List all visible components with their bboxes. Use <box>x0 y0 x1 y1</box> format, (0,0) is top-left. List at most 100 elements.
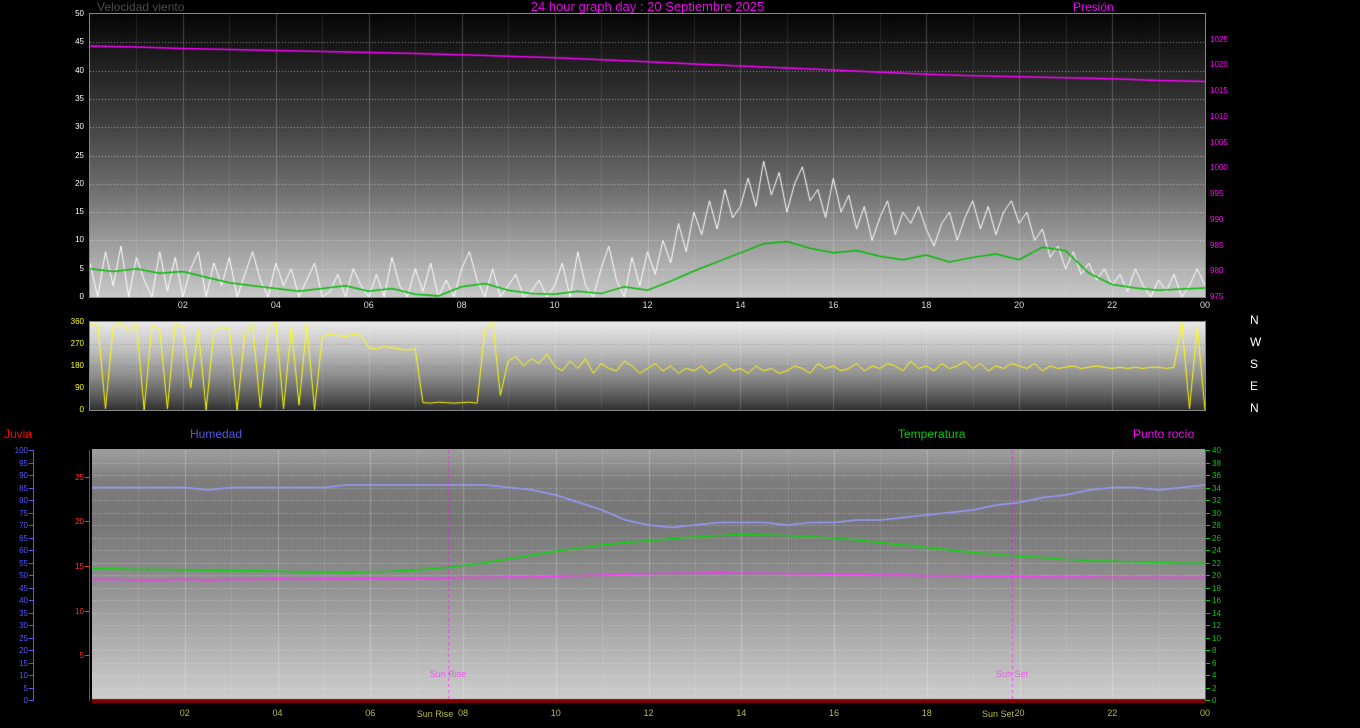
humidity-axis-tick <box>29 562 33 564</box>
direction-axis-tick-label: 270 <box>70 339 84 348</box>
humidity-axis-tick-label: 55 <box>19 558 28 568</box>
pressure-axis-tick-label: 1000 <box>1210 163 1228 173</box>
temperature-label: Temperatura <box>898 427 966 441</box>
page-title: 24 hour graph day : 20 Septiembre 2025 <box>530 0 765 14</box>
sun-rise-label: Sun Rise <box>429 669 467 679</box>
wind-speed-pressure-chart <box>89 13 1206 298</box>
hour-tick-label: 10 <box>549 300 560 310</box>
pressure-axis-tick-label: 1010 <box>1210 111 1228 121</box>
temperature-axis-tick-label: 0 <box>1212 696 1217 705</box>
temperature-axis-tick <box>1206 650 1210 651</box>
compass-letter: N <box>1250 401 1259 415</box>
temperature-axis-tick-label: 6 <box>1212 658 1217 668</box>
pressure-axis-tick-label: 985 <box>1210 240 1224 250</box>
humidity-axis-tick-label: 35 <box>19 608 28 618</box>
temperature-axis-tick-label: 40 <box>1212 446 1221 455</box>
humidity-axis-tick <box>29 637 33 639</box>
hour-tick-label: 20 <box>1014 300 1025 310</box>
wind-axis-tick-label: 35 <box>75 93 84 103</box>
rain-axis-tick <box>85 521 89 523</box>
wind-speed-label: Velocidad viento <box>97 0 185 14</box>
temperature-axis-tick <box>1206 487 1210 489</box>
hour-tick-label: 22 <box>1107 300 1118 310</box>
temperature-axis-tick <box>1206 562 1210 564</box>
hour-tick-label: 00 <box>1199 708 1210 718</box>
temperature-axis-tick <box>1206 462 1210 464</box>
humidity-axis-tick <box>29 525 33 526</box>
humidity-axis-tick-label: 20 <box>19 646 28 655</box>
hour-tick-label: 20 <box>1014 708 1025 718</box>
direction-axis-tick-label: 90 <box>75 383 84 392</box>
humidity-label: Humedad <box>190 427 243 441</box>
temperature-axis-tick <box>1206 587 1210 589</box>
compass-letter: W <box>1250 335 1262 349</box>
humidity-axis-tick-label: 70 <box>19 521 28 530</box>
hour-tick-label: 14 <box>736 708 747 718</box>
rain-axis-tick-label: 20 <box>75 517 84 527</box>
humidity-axis-tick <box>29 612 33 614</box>
wind-axis-tick-label: 15 <box>75 207 84 217</box>
compass-letter: N <box>1250 313 1259 327</box>
wind-axis-tick-label: 20 <box>75 178 84 188</box>
temperature-axis-tick-label: 2 <box>1212 683 1217 693</box>
temperature-axis-tick-label: 4 <box>1212 671 1217 680</box>
temperature-axis-tick-label: 22 <box>1212 558 1221 568</box>
temperature-axis-tick <box>1206 600 1210 601</box>
temperature-axis-tick-label: 28 <box>1212 521 1221 530</box>
direction-axis-tick-label: 0 <box>79 405 84 414</box>
rain-axis-tick-label: 5 <box>79 651 84 661</box>
temperature-axis-tick <box>1206 500 1210 501</box>
temperature-axis-tick <box>1206 550 1210 551</box>
humidity-axis-tick-label: 50 <box>19 571 28 580</box>
pressure-axis-tick-label: 975 <box>1210 292 1224 301</box>
humidity-axis-tick <box>29 625 33 626</box>
pressure-axis-tick-label: 990 <box>1210 214 1224 224</box>
wind-axis-tick-label: 5 <box>79 263 84 273</box>
dew-point-label: Punto rocío <box>1133 427 1195 441</box>
wind-axis-tick-label: 25 <box>75 150 84 160</box>
temperature-axis-tick <box>1206 537 1210 539</box>
humidity-axis-tick <box>29 575 33 576</box>
humidity-axis-tick <box>29 687 33 689</box>
humidity-axis-tick-label: 0 <box>23 696 28 705</box>
hour-tick-label: 18 <box>921 300 932 310</box>
hour-tick-label: 16 <box>828 708 839 718</box>
humidity-temperature-chart <box>92 449 1205 703</box>
temperature-axis-tick-label: 10 <box>1212 633 1221 643</box>
humidity-axis-tick-label: 45 <box>19 583 28 593</box>
temperature-axis-tick <box>1206 575 1210 576</box>
wind-axis-tick-label: 40 <box>75 65 84 75</box>
humidity-axis-tick-label: 5 <box>23 683 28 693</box>
hour-tick-label: 08 <box>457 708 468 718</box>
temperature-axis-tick-label: 16 <box>1212 596 1221 605</box>
hour-tick-label: 22 <box>1107 708 1118 718</box>
temperature-axis-tick-label: 14 <box>1212 608 1221 618</box>
temperature-axis-tick-label: 36 <box>1212 471 1221 480</box>
rain-label: Juvia <box>4 427 33 441</box>
pressure-axis-tick-label: 1015 <box>1210 86 1228 96</box>
wind-axis-tick-label: 0 <box>79 292 84 301</box>
humidity-axis-tick <box>29 662 33 664</box>
humidity-axis-tick-label: 80 <box>19 496 28 505</box>
humidity-axis-tick-label: 10 <box>19 671 28 680</box>
humidity-axis-tick-label: 90 <box>19 471 28 480</box>
temperature-axis-tick-label: 24 <box>1212 546 1221 555</box>
hour-tick-label: 06 <box>365 708 376 718</box>
humidity-axis-line <box>33 450 34 701</box>
hour-tick-label: 16 <box>828 300 839 310</box>
wind-axis-tick-label: 10 <box>75 235 84 245</box>
humidity-axis-tick <box>29 537 33 539</box>
wind-axis-tick-label: 50 <box>75 9 84 18</box>
humidity-axis-tick-label: 60 <box>19 546 28 555</box>
humidity-axis-tick <box>29 550 33 551</box>
temperature-axis-tick-label: 32 <box>1212 496 1221 505</box>
hour-tick-label: 08 <box>456 300 467 310</box>
hour-tick-label: 00 <box>1199 300 1210 310</box>
temperature-axis-tick-label: 20 <box>1212 571 1221 580</box>
hour-tick-label: 02 <box>177 300 188 310</box>
rain-axis-tick <box>85 610 89 612</box>
temperature-axis-tick <box>1206 675 1210 676</box>
humidity-axis-tick-label: 30 <box>19 621 28 630</box>
rain-axis-tick-label: 25 <box>75 472 84 482</box>
rain-axis-tick-label: 15 <box>75 562 84 572</box>
